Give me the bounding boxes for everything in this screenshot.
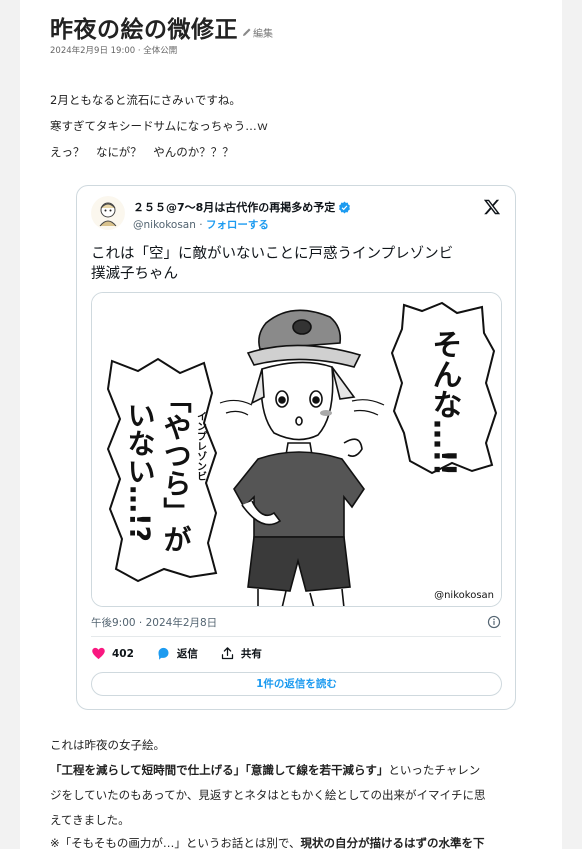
footer-line-2: 「工程を減らして短時間で仕上げる」「意識して線を若干減らす」といったチャレン [50, 759, 480, 781]
author-name-row[interactable]: ２５５@7～8月は古代作の再掲多め予定 [133, 199, 351, 215]
intro-line-3: えっ？ なにが？ やんのか？？？ [50, 145, 234, 159]
footer-note: ※「そもそもの画力が…」というお話とは別で、現状の自分が描けるはずの水準を下 [50, 835, 484, 849]
share-icon[interactable] [220, 646, 235, 661]
title-row: 昨夜の絵の微修正 編集 [50, 10, 273, 44]
footer-bold-1: 「工程を減らして短時間で仕上げる」 [50, 763, 246, 777]
post-title: 昨夜の絵の微修正 [50, 17, 238, 43]
footer-line-3: ジをしていたのもあってか、見返すとネタはともかく絵としての出来がイマイチに思 [50, 788, 486, 802]
bubble-left-col1: 「やつら」が [160, 385, 193, 553]
note-start: ※「そもそもの画力が…」というお話とは別で、 [50, 836, 301, 849]
tweet-text: これは「空」に敵がいないことに戸惑うインプレゾンビ 撲滅子ちゃん [91, 244, 503, 284]
handle-separator: · [199, 219, 203, 231]
info-icon[interactable] [487, 615, 501, 629]
footer-bold-2: 「意識して線を若干減らす」 [245, 763, 389, 777]
read-replies-button[interactable]: 1件の返信を読む [91, 672, 502, 696]
bubble-left-col2: いない…!? [124, 401, 157, 542]
like-count[interactable]: 402 [112, 648, 134, 660]
footer-line-1: これは昨夜の女子絵。 [50, 738, 165, 752]
bubble-small-label: インプレゾンビ [195, 411, 207, 481]
post-meta: 2024年2月9日 19:00 · 全体公開 [50, 46, 178, 56]
reply-label[interactable]: 返信 [177, 646, 198, 661]
illustration: そんな…!! 「やつら」が いない…!? インプレゾンビ @nikokosan [92, 293, 501, 606]
tweet-actions: 402 返信 共有 [91, 646, 284, 661]
tweet-timestamp[interactable]: 午後9:00 · 2024年2月8日 [91, 615, 217, 630]
image-signature: @nikokosan [434, 590, 494, 601]
share-action[interactable]: 共有 [220, 646, 262, 661]
edit-label[interactable]: 編集 [253, 25, 273, 40]
tweet-image[interactable]: そんな…!! 「やつら」が いない…!? インプレゾンビ @nikokosan [91, 292, 502, 607]
heart-icon[interactable] [91, 646, 106, 661]
author-handle[interactable]: @nikokosan [133, 219, 196, 231]
follow-button[interactable]: フォローする [206, 219, 269, 231]
note-bold: 現状の自分が描けるはずの水準を下 [300, 836, 485, 849]
edit-link[interactable]: 編集 [242, 25, 273, 40]
reply-icon[interactable] [156, 646, 171, 661]
divider [91, 636, 501, 637]
tweet-embed[interactable]: ２５５@7～8月は古代作の再掲多め予定 @nikokosan · フォローする … [76, 185, 516, 710]
pencil-icon [243, 28, 251, 36]
intro-line-2: 寒すぎてタキシードサムになっちゃう…ｗ [50, 119, 269, 133]
author-sub: @nikokosan · フォローする [133, 217, 269, 232]
reply-action[interactable]: 返信 [156, 646, 198, 661]
intro-line-1: 2月ともなると流石にさみぃですね。 [50, 93, 241, 107]
tweet-text-line-1: これは「空」に敵がいないことに戸惑うインプレゾンビ [91, 246, 454, 262]
tweet-text-line-2: 撲滅子ちゃん [91, 266, 178, 282]
avatar[interactable] [91, 196, 125, 230]
author-name[interactable]: ２５５@7～8月は古代作の再掲多め予定 [133, 199, 335, 215]
blog-post: 昨夜の絵の微修正 編集 2024年2月9日 19:00 · 全体公開 2月ともな… [20, 0, 562, 849]
footer-line-2-rest: といったチャレン [388, 763, 481, 777]
footer-line-4: えてきました。 [50, 813, 130, 827]
x-logo-icon[interactable] [483, 198, 501, 216]
verified-icon [339, 201, 351, 213]
like-action[interactable]: 402 [91, 646, 134, 661]
bubble-right-text: そんな…!! [427, 329, 462, 476]
share-label[interactable]: 共有 [241, 646, 262, 661]
